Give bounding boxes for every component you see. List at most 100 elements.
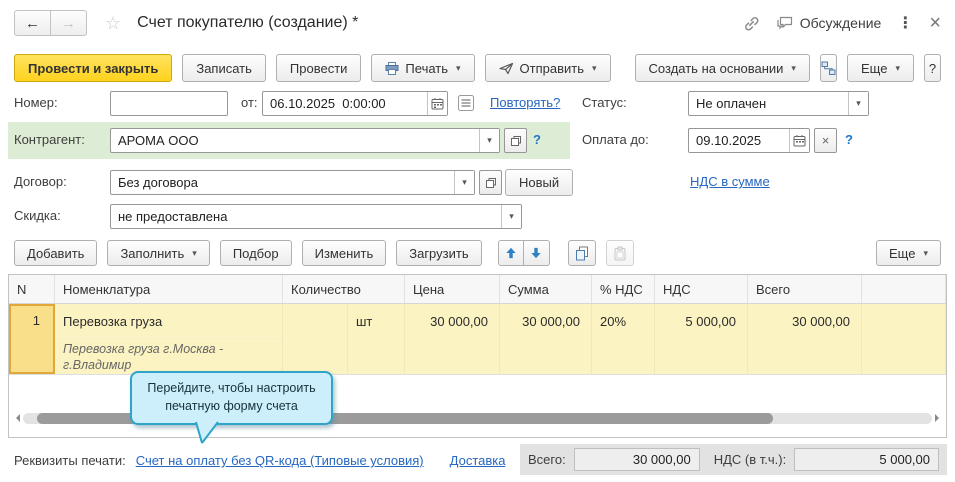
arrow-up-icon [505, 247, 517, 259]
number-input[interactable] [110, 91, 228, 116]
column-header-vat[interactable]: НДС [655, 275, 748, 303]
open-form-icon [485, 177, 497, 189]
fill-label: Заполнить [120, 246, 184, 261]
close-icon[interactable]: × [929, 13, 941, 33]
cell-vat[interactable]: 5 000,00 [655, 304, 748, 338]
dropdown-arrow-icon[interactable]: ▾ [848, 92, 868, 115]
items-more-button[interactable]: Еще ▾ [876, 240, 941, 266]
cell-quantity[interactable] [283, 304, 348, 338]
kebab-menu-icon[interactable]: ⋮ [897, 13, 913, 33]
history-nav: ← → [14, 10, 87, 36]
create-on-base-button[interactable]: Создать на основании ▾ [635, 54, 810, 82]
calendar-icon[interactable] [427, 92, 447, 115]
column-header-nomenclature[interactable]: Номенклатура [55, 275, 283, 303]
move-row-down-button[interactable] [524, 240, 550, 266]
vat-value-field: 5 000,00 [794, 448, 939, 471]
dropdown-arrow-icon[interactable]: ▾ [454, 171, 474, 194]
cell-total[interactable]: 30 000,00 [748, 304, 862, 338]
forward-button[interactable]: → [51, 10, 87, 36]
page-title: Счет покупателю (создание) * [137, 14, 358, 32]
column-header-price[interactable]: Цена [405, 275, 500, 303]
edit-button[interactable]: Изменить [302, 240, 387, 266]
move-row-group [498, 240, 550, 266]
items-more-label: Еще [889, 246, 915, 261]
schedule-list-icon[interactable] [457, 94, 475, 112]
counterparty-field[interactable]: АРОМА ООО ▾ [110, 128, 500, 153]
column-header-empty [862, 275, 946, 303]
date-field[interactable]: 06.10.2025 0:00:00 [262, 91, 448, 116]
discussion-button[interactable]: Обсуждение [776, 15, 882, 31]
print-label: Печать [405, 61, 448, 76]
send-button[interactable]: Отправить ▾ [485, 54, 611, 82]
column-header-n[interactable]: N [9, 275, 55, 303]
delivery-link[interactable]: Доставка [450, 448, 506, 474]
column-header-total[interactable]: Всего [748, 275, 862, 303]
post-and-close-label: Провести и закрыть [28, 61, 158, 76]
more-button[interactable]: Еще ▾ [847, 54, 914, 82]
add-row-label: Добавить [27, 246, 84, 261]
cell-sum[interactable]: 30 000,00 [500, 304, 592, 338]
print-button[interactable]: Печать ▾ [371, 54, 474, 82]
new-contract-button[interactable]: Новый [505, 169, 573, 196]
dropdown-arrow-icon: ▾ [895, 63, 900, 74]
cell-nomenclature[interactable]: Перевозка груза [55, 304, 283, 338]
counterparty-open-button[interactable] [504, 128, 527, 153]
scroll-right-arrow[interactable] [935, 414, 943, 422]
totals-panel: Всего: 30 000,00 НДС (в т.ч.): 5 000,00 [520, 444, 947, 475]
get-link-icon[interactable] [743, 15, 760, 32]
column-header-quantity[interactable]: Количество [283, 275, 405, 303]
column-header-sum[interactable]: Сумма [500, 275, 592, 303]
pay-until-help-link[interactable]: ? [845, 127, 853, 153]
cell-price[interactable]: 30 000,00 [405, 304, 500, 338]
load-button[interactable]: Загрузить [396, 240, 481, 266]
cell-row-number-selected[interactable]: 1 [9, 304, 55, 374]
contract-field[interactable]: Без договора ▾ [110, 170, 475, 195]
cell-blank [283, 338, 348, 374]
dropdown-arrow-icon[interactable]: ▾ [479, 129, 499, 152]
edit-label: Изменить [315, 246, 374, 261]
scroll-left-arrow[interactable] [12, 414, 20, 422]
cell-item-comment[interactable]: Перевозка груза г.Москва - г.Владимир [55, 338, 283, 374]
related-documents-icon [821, 61, 836, 76]
tooltip-tail [194, 421, 220, 445]
counterparty-value: АРОМА ООО [111, 129, 479, 152]
subordination-structure-button[interactable] [820, 54, 837, 82]
pay-until-value[interactable]: 09.10.2025 [689, 129, 789, 152]
cell-vat-percent[interactable]: 20% [592, 304, 655, 338]
vat-in-sum-link[interactable]: НДС в сумме [690, 169, 770, 195]
help-button[interactable]: ? [924, 54, 941, 82]
fill-button[interactable]: Заполнить ▾ [107, 240, 209, 266]
items-toolbar: Добавить Заполнить ▾ Подбор Изменить Заг… [14, 240, 941, 266]
back-arrow-icon: ← [25, 15, 40, 32]
date-value[interactable]: 06.10.2025 0:00:00 [263, 92, 427, 115]
back-button[interactable]: ← [14, 10, 51, 36]
status-select[interactable]: Не оплачен ▾ [688, 91, 869, 116]
write-button[interactable]: Записать [182, 54, 266, 82]
cell-unit[interactable]: шт [348, 304, 405, 338]
add-row-button[interactable]: Добавить [14, 240, 97, 266]
paste-rows-button[interactable] [606, 240, 634, 266]
discount-select[interactable]: не предоставлена ▾ [110, 204, 522, 229]
pay-until-field[interactable]: 09.10.2025 [688, 128, 810, 153]
dropdown-arrow-icon[interactable]: ▾ [501, 205, 521, 228]
post-button[interactable]: Провести [276, 54, 362, 82]
favorite-star-icon[interactable]: ☆ [105, 13, 121, 34]
copy-rows-button[interactable] [568, 240, 596, 266]
post-label: Провести [290, 61, 348, 76]
move-row-up-button[interactable] [498, 240, 524, 266]
post-and-close-button[interactable]: Провести и закрыть [14, 54, 172, 82]
titlebar: ← → ☆ Счет покупателю (создание) * Обсуж… [0, 0, 955, 46]
pick-label: Подбор [233, 246, 279, 261]
copy-icon [575, 246, 589, 261]
cell-blank [500, 338, 592, 374]
discount-value: не предоставлена [111, 205, 501, 228]
contract-open-button[interactable] [479, 170, 502, 195]
column-header-vat-percent[interactable]: % НДС [592, 275, 655, 303]
calendar-icon[interactable] [789, 129, 809, 152]
pick-button[interactable]: Подбор [220, 240, 292, 266]
counterparty-help-link[interactable]: ? [533, 127, 541, 153]
contract-value: Без договора [111, 171, 454, 194]
invoice-print-form-link[interactable]: Счет на оплату без QR-кода (Типовые усло… [136, 448, 424, 474]
pay-until-clear-button[interactable]: × [814, 128, 837, 153]
repeat-link[interactable]: Повторять? [490, 90, 560, 116]
